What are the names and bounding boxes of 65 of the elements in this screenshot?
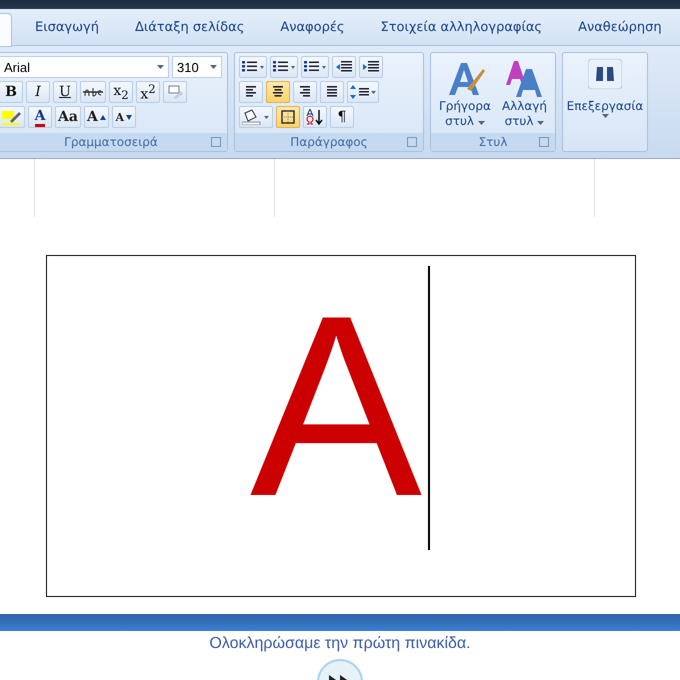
align-left-icon — [244, 86, 258, 98]
line-spacing-icon — [350, 85, 376, 99]
list-icon — [304, 61, 326, 73]
group-label: Παράγραφος — [235, 133, 423, 151]
caption-text: Ολοκληρώσαμε την πρώτη πινακίδα. — [208, 635, 472, 653]
align-button[interactable] — [320, 81, 344, 103]
highlighter-icon — [2, 109, 22, 125]
group-label: Στυλ — [431, 133, 555, 151]
align-button[interactable] — [239, 81, 263, 103]
indent-icon — [363, 61, 379, 73]
font-style-button[interactable]: A — [84, 106, 109, 128]
sort-icon — [306, 109, 324, 125]
decrease-indent-button[interactable] — [332, 56, 356, 78]
strikethrough-icon — [83, 86, 103, 98]
borders-icon — [281, 110, 295, 124]
strikethrough-button[interactable] — [80, 81, 106, 103]
align-center-icon — [271, 86, 285, 98]
format-button[interactable]: U — [53, 81, 77, 103]
caret-icon — [602, 114, 608, 118]
caret-icon — [537, 121, 544, 125]
document-letter: A — [250, 277, 422, 535]
sort-button[interactable] — [303, 106, 327, 128]
eraser-icon — [167, 85, 183, 99]
letter-pair-icon — [504, 59, 544, 99]
font-name-field[interactable]: Arial — [0, 56, 169, 78]
paint-bucket-icon — [242, 109, 270, 125]
ribbon-tab[interactable]: Εισαγωγή — [17, 12, 117, 42]
align-justify-icon — [325, 86, 339, 98]
align-button[interactable] — [293, 81, 317, 103]
format-button[interactable]: I — [26, 81, 50, 103]
down-arrow-icon — [126, 114, 132, 120]
font-style-button[interactable]: A — [112, 106, 136, 128]
format-button[interactable]: x$_{2}$ — [109, 81, 133, 103]
list-icon — [273, 61, 295, 73]
shading-button[interactable] — [239, 106, 273, 128]
multilevel-list-button[interactable] — [301, 56, 329, 78]
editing-button[interactable]: Επεξεργασία — [563, 53, 647, 118]
bullets-button[interactable] — [239, 56, 267, 78]
format-button[interactable]: x$^{2}$ — [136, 81, 160, 103]
increase-indent-button[interactable] — [359, 56, 383, 78]
font-size-field[interactable]: 310 — [172, 56, 222, 78]
font-style-button[interactable]: Aa — [55, 106, 81, 128]
format-button[interactable]: B — [0, 81, 23, 103]
ribbon-tab[interactable]: Αναφορές — [262, 12, 362, 42]
font-style-button[interactable]: A — [28, 106, 52, 128]
up-arrow-icon — [100, 114, 106, 120]
style-gallery-button[interactable]: Γρήγορα στυλ — [439, 57, 491, 130]
highlight-button[interactable] — [0, 106, 25, 128]
ribbon-tab[interactable]: Διάταξη σελίδας — [116, 12, 262, 42]
show-marks-button[interactable]: ¶ — [330, 106, 354, 128]
caret-icon — [157, 65, 164, 69]
borders-button[interactable] — [276, 106, 300, 128]
caret-icon — [210, 65, 217, 69]
list-icon — [242, 61, 264, 73]
group-label: Γραμματοσειρά — [0, 133, 227, 151]
align-button[interactable] — [266, 81, 290, 103]
ribbon-tab[interactable]: Αναθεώρηση — [560, 12, 680, 42]
caret-icon — [478, 121, 485, 125]
align-right-icon — [298, 86, 312, 98]
style-gallery-button[interactable]: Αλλαγή στυλ — [502, 57, 547, 130]
indent-icon — [336, 61, 352, 73]
clear-formatting-button[interactable] — [163, 81, 187, 103]
ribbon-tab[interactable]: Στοιχεία αλληλογραφίας — [362, 12, 560, 42]
numbering-button[interactable] — [270, 56, 298, 78]
line-spacing-button[interactable] — [347, 81, 379, 103]
